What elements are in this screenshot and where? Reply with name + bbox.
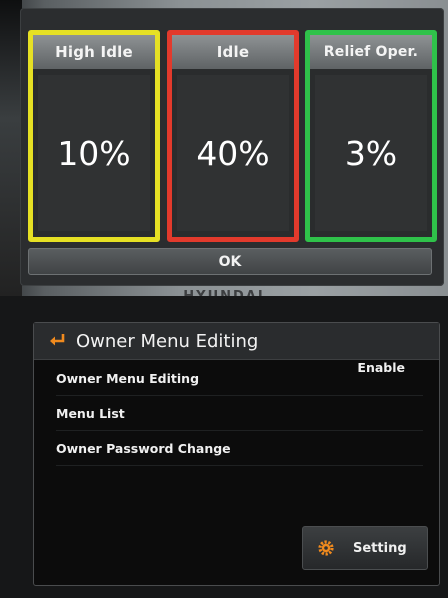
relief-oper-value: 3% [315, 75, 427, 231]
return-arrow-icon[interactable] [48, 331, 70, 351]
idle-value: 40% [177, 75, 289, 231]
relief-oper-label: Relief Oper. [310, 35, 432, 69]
menu-header: Owner Menu Editing [34, 323, 439, 360]
page-title: Owner Menu Editing [76, 330, 259, 352]
menu-item-label: Menu List [56, 405, 125, 421]
menu-item-owner-password-change[interactable]: Owner Password Change [56, 431, 423, 466]
menu-item-label: Owner Menu Editing [56, 370, 200, 386]
high-idle-value: 10% [38, 75, 150, 231]
menu-list: Owner Menu Editing Enable Menu List Owne… [34, 360, 439, 466]
setting-label: Setting [353, 540, 407, 556]
menu-item-owner-menu-editing[interactable]: Owner Menu Editing Enable [56, 360, 423, 396]
relief-oper-card: Relief Oper. 3% [305, 30, 437, 242]
idle-label: Idle [172, 35, 294, 69]
enable-status: Enable [357, 360, 405, 375]
operation-ratio-panel: High Idle 10% Idle 40% Relief Oper. 3% O… [20, 8, 444, 286]
owner-menu-panel: Owner Menu Editing Owner Menu Editing En… [33, 322, 440, 586]
setting-button[interactable]: Setting [302, 526, 428, 570]
ok-button[interactable]: OK [28, 248, 432, 275]
operation-ratio-section: High Idle 10% Idle 40% Relief Oper. 3% O… [0, 0, 448, 304]
idle-card: Idle 40% [167, 30, 299, 242]
menu-item-label: Owner Password Change [56, 440, 231, 456]
owner-menu-section: Owner Menu Editing Owner Menu Editing En… [0, 296, 448, 598]
high-idle-card: High Idle 10% [28, 30, 160, 242]
gear-icon [317, 539, 335, 557]
menu-item-menu-list[interactable]: Menu List [56, 396, 423, 431]
high-idle-label: High Idle [33, 35, 155, 69]
